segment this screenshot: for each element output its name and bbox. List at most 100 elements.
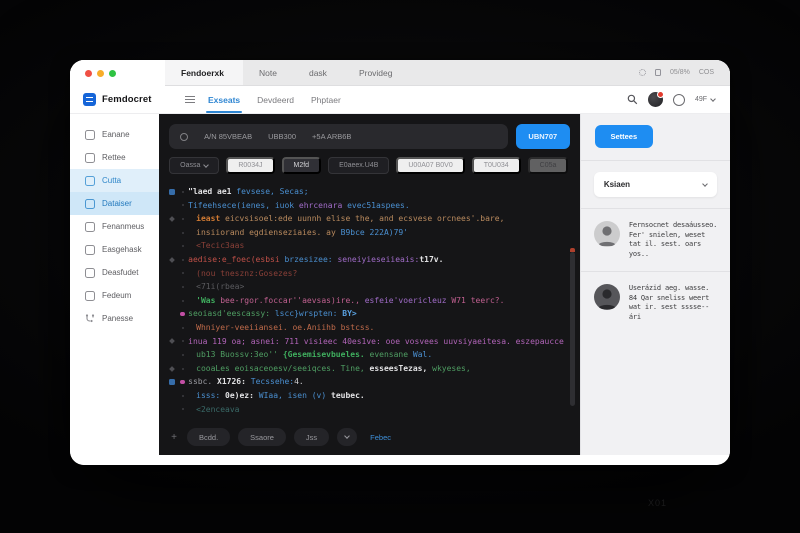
app-window: Fendoerxk Note dask Provideg 05/8% COS F…: [70, 60, 730, 465]
square-icon: [85, 222, 95, 232]
code-text: ub13 Buossv:3eo'' {Gesemisevbueles. even…: [188, 348, 564, 362]
code-token: ehrcenara: [299, 201, 347, 210]
code-line-4: insiiorand egdienseziaies. ay B9bce 222A…: [166, 226, 564, 240]
filter-chip-7[interactable]: C05a: [528, 157, 569, 174]
code-token: BY>: [342, 309, 356, 318]
code-token: Wal.: [413, 350, 432, 359]
browser-tab-active[interactable]: Fendoerxk: [165, 60, 243, 85]
gutter-dot: [177, 204, 188, 206]
code-token: teubec.: [331, 391, 365, 400]
code-text: <Tecic3aas: [188, 239, 564, 253]
code-token: evec51aspees.: [347, 201, 410, 210]
sidebar-item-label: Easgehask: [102, 245, 142, 254]
code-text: 'Was bee-rgor.foccar''aevsas)ire., esfei…: [188, 294, 564, 308]
search-input[interactable]: A/N 85VBEAB UBB300 +5A ARB6B: [169, 124, 508, 149]
gutter-dot: [177, 272, 188, 274]
dot-icon: [182, 327, 184, 329]
sidebar-item-label: Eanane: [102, 130, 130, 139]
sidebar-item-easgehask[interactable]: Easgehask: [70, 238, 159, 261]
nav-tab-3[interactable]: Phptaer: [311, 86, 341, 113]
footer-link[interactable]: Febec: [370, 433, 391, 442]
comment-item-1[interactable]: Fernsocnet desaáusseo. Fer' snielen, wes…: [581, 209, 730, 271]
gutter-dot: [177, 300, 188, 302]
filter-chip-3[interactable]: M2fd: [282, 157, 322, 174]
temp-label: 49F: [695, 96, 707, 103]
gutter-dot: [177, 368, 188, 370]
code-text: Tifeehsece(ienes, iuok ehrcenara evec51a…: [188, 199, 564, 213]
code-text: inua 119 oa; asnei: 711 visieec 40es1ve:…: [188, 335, 564, 349]
brand[interactable]: Femdocret: [70, 93, 165, 106]
maximize-window-icon[interactable]: [109, 70, 116, 77]
diamond-marker-icon: [169, 338, 175, 344]
square-icon: [85, 153, 95, 163]
sidebar-item-label: Panesse: [102, 314, 133, 323]
code-token: 4.: [294, 377, 304, 386]
footer-button-1[interactable]: Bcdd.: [187, 428, 230, 446]
code-token: wkyeses,: [427, 364, 470, 373]
sidebar-item-label: Cutta: [102, 176, 121, 185]
code-line-11: Whniyer-veeiiansei. oe.Aniihb bstcss.: [166, 321, 564, 335]
plus-icon[interactable]: +: [171, 432, 177, 443]
code-token: bee-rgor.foccar''aevsas)ire.,: [220, 296, 365, 305]
sidebar-item-eanane[interactable]: Eanane: [70, 123, 159, 146]
nav-tab-2[interactable]: Devdeerd: [257, 86, 294, 113]
code-text: ssbc. X1726: Tecssehe:4.: [188, 375, 564, 389]
dot-icon: [182, 259, 184, 261]
search-scope-icon: [180, 133, 188, 141]
account-menu[interactable]: 49F: [695, 96, 715, 103]
code-token: 'Was: [196, 296, 220, 305]
filter-chip-5[interactable]: U00A07 B0V0: [396, 157, 464, 174]
gutter-dot: [177, 232, 188, 234]
footer-button-3[interactable]: Jss: [294, 428, 329, 446]
run-search-button[interactable]: UBN707: [516, 124, 570, 149]
code-line-8: <71i(rbea>: [166, 280, 564, 294]
settings-button[interactable]: Settees: [595, 125, 653, 148]
browser-tab[interactable]: Note: [243, 60, 293, 85]
code-token: Tecssehe:: [251, 377, 294, 386]
code-token: seoiasd'eescassy:: [188, 309, 275, 318]
search-icon[interactable]: [627, 94, 638, 105]
sidebar-item-cutta[interactable]: Cutta: [70, 169, 159, 192]
status-ring-icon[interactable]: [673, 94, 685, 106]
comment-item-2[interactable]: Userázid aeg. wasse. 84 Qar sneliss weer…: [581, 271, 730, 334]
code-line-7: (nou tnesznz:Gosezes?: [166, 267, 564, 281]
browser-tab[interactable]: dask: [293, 60, 343, 85]
code-token: WIaa, isen (v): [259, 391, 331, 400]
filter-chip-2[interactable]: R0034J: [226, 157, 274, 174]
sidebar-item-label: Fenanmeus: [102, 222, 144, 231]
close-window-icon[interactable]: [85, 70, 92, 77]
hamburger-menu-icon[interactable]: [185, 96, 195, 104]
gutter-dot: [177, 245, 188, 247]
logo-icon: [83, 93, 96, 106]
code-text: insiiorand egdienseziaies. ay B9bce 222A…: [188, 226, 564, 240]
sidebar-item-panesse[interactable]: Panesse: [70, 307, 159, 330]
browser-tab[interactable]: Provideg: [343, 60, 409, 85]
code-token: 0e)ez:: [225, 391, 259, 400]
panel-dropdown[interactable]: Ksiaen: [594, 172, 717, 197]
footer-more-button[interactable]: [337, 428, 357, 446]
filter-chip-6[interactable]: T0U034: [472, 157, 521, 174]
search-segment: +5A ARB6B: [312, 132, 351, 141]
sidebar-item-deasfudet[interactable]: Deasfudet: [70, 261, 159, 284]
sidebar-item-dataiser[interactable]: Dataiser: [70, 192, 159, 215]
footer-button-2[interactable]: Ssaore: [238, 428, 286, 446]
editor-scrollbar[interactable]: [570, 252, 575, 406]
code-token: <2enceava: [196, 405, 239, 414]
sidebar-item-label: Dataiser: [102, 199, 132, 208]
code-token: <Tecic3aas: [196, 241, 244, 250]
gear-icon[interactable]: [639, 69, 646, 76]
right-panel: Settees Ksiaen Fernsocnet desaáusseo. Fe…: [580, 114, 730, 455]
sidebar-item-fedeum[interactable]: Fedeum: [70, 284, 159, 307]
minimize-window-icon[interactable]: [97, 70, 104, 77]
filter-chip-1[interactable]: Oassa: [169, 157, 219, 174]
code-text: isss: 0e)ez: WIaa, isen (v) teubec.: [188, 389, 564, 403]
sidebar-item-fenanmeus[interactable]: Fenanmeus: [70, 215, 159, 238]
download-icon[interactable]: [655, 69, 661, 76]
code-text: "laed ae1 fevsese, Secas;: [188, 185, 564, 199]
filter-chip-4[interactable]: E0aeex.U4B: [328, 157, 389, 174]
user-avatar[interactable]: [648, 92, 663, 107]
nav-tab-1[interactable]: Exseats: [208, 86, 240, 113]
sidebar-item-rettee[interactable]: Rettee: [70, 146, 159, 169]
dot-icon: [182, 232, 184, 234]
code-token: Tifeehsece(ienes, iuok: [188, 201, 299, 210]
